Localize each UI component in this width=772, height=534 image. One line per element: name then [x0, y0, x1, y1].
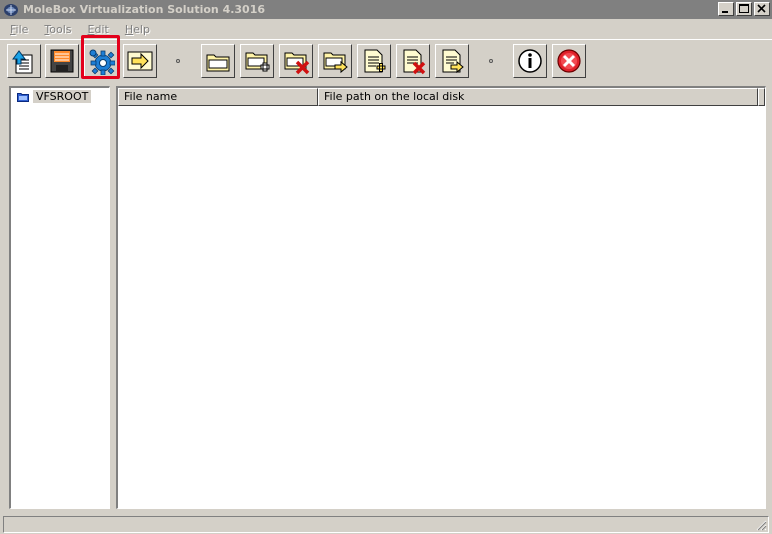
settings-button[interactable] [84, 44, 118, 78]
move-file-button[interactable] [435, 44, 469, 78]
move-folder-button[interactable] [318, 44, 352, 78]
move-folder-icon [323, 52, 348, 74]
exit-button[interactable] [552, 44, 586, 78]
toolbar-separator [176, 59, 180, 63]
move-file-icon [442, 49, 464, 74]
window-title: MoleBox Virtualization Solution 4.3016 [23, 3, 266, 16]
toolbar-separator [489, 59, 493, 63]
folder-icon [206, 54, 230, 72]
maximize-button[interactable] [736, 2, 752, 16]
remove-file-icon [403, 49, 426, 75]
column-header-file-path[interactable]: File path on the local disk [318, 88, 758, 106]
file-list[interactable]: File name File path on the local disk [116, 86, 766, 509]
add-file-icon [364, 49, 386, 73]
vfs-tree[interactable]: VFSROOT [9, 86, 110, 509]
title-bar[interactable]: MoleBox Virtualization Solution 4.3016 [0, 0, 772, 19]
remove-folder-button[interactable] [279, 44, 313, 78]
tree-node-vfsroot[interactable]: VFSROOT [17, 90, 92, 103]
save-project-button[interactable] [45, 44, 79, 78]
menu-tools[interactable]: Tools [34, 23, 77, 36]
menu-help[interactable]: Help [115, 23, 156, 36]
add-file-button[interactable] [357, 44, 391, 78]
minimize-button[interactable] [718, 2, 734, 16]
menu-edit[interactable]: Edit [78, 23, 115, 36]
open-project-icon [12, 50, 33, 74]
build-button[interactable] [123, 44, 157, 78]
add-folder-icon [245, 52, 270, 72]
gear-icon [89, 49, 115, 75]
column-header-file-name[interactable]: File name [118, 88, 318, 106]
maximize-icon [739, 4, 749, 13]
close-icon [757, 4, 766, 13]
add-folder-button[interactable] [240, 44, 274, 78]
molebox-app-icon [4, 3, 18, 16]
resize-grip-icon[interactable] [755, 519, 767, 531]
column-header-filler [758, 88, 765, 106]
folder-button[interactable] [201, 44, 235, 78]
info-icon [518, 49, 542, 73]
open-project-button[interactable] [7, 44, 41, 78]
close-button[interactable] [754, 2, 770, 16]
remove-folder-icon [284, 52, 310, 75]
menu-bar: File Tools Edit Help [0, 20, 772, 38]
status-bar [3, 516, 769, 533]
stop-icon [557, 49, 581, 73]
minimize-icon [722, 11, 728, 13]
menu-file[interactable]: File [0, 23, 34, 36]
tree-node-label: VFSROOT [33, 90, 92, 103]
save-icon [50, 49, 74, 73]
toolbar [0, 39, 772, 82]
folder-icon [17, 92, 29, 102]
remove-file-button[interactable] [396, 44, 430, 78]
about-button[interactable] [513, 44, 547, 78]
arrow-right-icon [127, 51, 153, 71]
